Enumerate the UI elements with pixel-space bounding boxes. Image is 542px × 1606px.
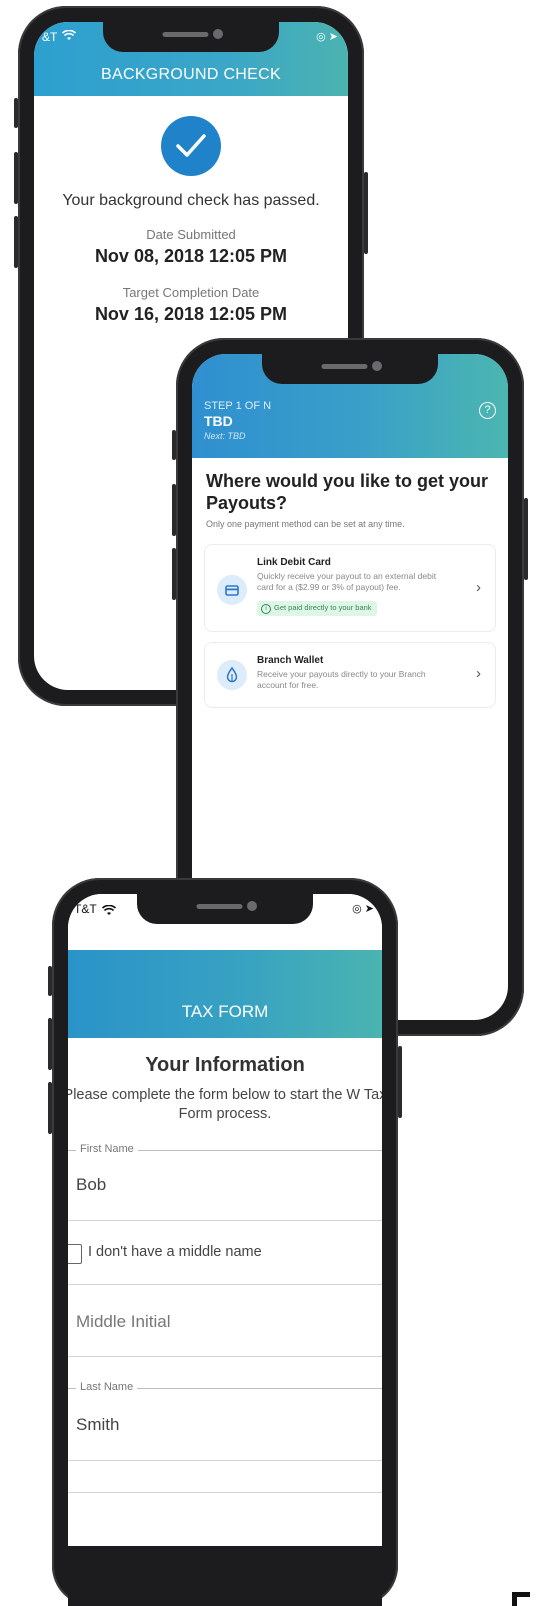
bottom-bar xyxy=(68,1546,382,1606)
option-title: Branch Wallet xyxy=(257,655,324,666)
help-icon[interactable]: ? xyxy=(479,402,496,419)
wifi-icon xyxy=(101,903,117,921)
status-message: Your background check has passed. xyxy=(62,192,320,209)
middle-initial-placeholder: Middle Initial xyxy=(76,1312,171,1331)
chevron-right-icon: › xyxy=(476,665,481,682)
notch xyxy=(262,354,438,384)
phone-tax-form: T&T ◎ ➤ TAX FORM Your Information Please… xyxy=(48,878,402,1606)
middle-initial-field[interactable]: Middle Initial xyxy=(68,1284,382,1357)
header-title: BACKGROUND CHECK xyxy=(101,66,281,83)
last-name-field[interactable]: Last Name Smith xyxy=(68,1381,382,1461)
wifi-icon xyxy=(61,29,77,44)
payout-option-debit-card[interactable]: Link Debit Card Quickly receive your pay… xyxy=(204,544,496,632)
instructions-text: Please complete the form below to start … xyxy=(68,1087,382,1122)
fee-badge: i Get paid directly to your bank xyxy=(257,601,377,616)
power-button xyxy=(524,498,528,580)
next-step-label: Next: TBD xyxy=(204,431,246,441)
carrier-label: &T xyxy=(42,30,58,44)
header-title: TAX FORM xyxy=(181,1002,269,1021)
date-submitted-value: Nov 08, 2018 12:05 PM xyxy=(94,246,288,266)
mute-switch xyxy=(172,430,176,460)
front-camera xyxy=(213,29,223,39)
no-middle-name-checkbox[interactable] xyxy=(68,1244,82,1264)
notch xyxy=(137,894,313,924)
first-name-value: Bob xyxy=(76,1175,107,1194)
volume-up-button xyxy=(48,1018,52,1070)
no-middle-name-row[interactable]: I don't have a middle name xyxy=(68,1220,382,1285)
option-title: Link Debit Card xyxy=(257,557,331,568)
info-icon: i xyxy=(261,604,271,614)
volume-down-button xyxy=(14,216,18,268)
volume-up-button xyxy=(14,152,18,204)
badge-label: Get paid directly to your bank xyxy=(274,603,372,612)
front-camera xyxy=(372,361,382,371)
divider xyxy=(68,1492,382,1493)
field-label: First Name xyxy=(76,1143,138,1155)
screen: T&T ◎ ➤ TAX FORM Your Information Please… xyxy=(68,894,382,1606)
step-title: TBD xyxy=(204,413,233,429)
location-icon: ◎ ➤ xyxy=(316,31,338,43)
speaker xyxy=(321,364,368,369)
wallet-drop-icon xyxy=(217,660,247,690)
volume-down-button xyxy=(48,1082,52,1134)
volume-up-button xyxy=(172,484,176,536)
card-icon xyxy=(217,575,247,605)
speaker xyxy=(162,32,209,37)
speaker xyxy=(196,904,243,909)
power-button xyxy=(364,172,368,254)
front-camera xyxy=(247,901,257,911)
mute-switch xyxy=(14,98,18,128)
notch xyxy=(103,22,279,52)
first-name-field[interactable]: First Name Bob xyxy=(68,1143,382,1221)
payout-option-branch-wallet[interactable]: Branch Wallet Receive your payouts direc… xyxy=(204,642,496,708)
target-completion-label: Target Completion Date xyxy=(122,285,260,300)
page-heading: Your Information xyxy=(145,1054,305,1076)
option-description: Receive your payouts directly to your Br… xyxy=(257,669,426,690)
mute-switch xyxy=(48,966,52,996)
power-button xyxy=(398,1046,402,1118)
chevron-right-icon: › xyxy=(476,579,481,596)
checkmark-icon xyxy=(161,116,221,176)
page-subtext: Only one payment method can be set at an… xyxy=(206,519,405,529)
carrier-label: T&T xyxy=(74,902,97,916)
location-icon: ◎ ➤ xyxy=(352,903,374,915)
header-bar: TAX FORM xyxy=(68,950,382,1038)
checkbox-label: I don't have a middle name xyxy=(88,1244,262,1260)
option-description: Quickly receive your payout to an extern… xyxy=(257,571,437,592)
target-completion-value: Nov 16, 2018 12:05 PM xyxy=(94,304,288,324)
volume-down-button xyxy=(172,548,176,600)
step-label: STEP 1 OF N xyxy=(204,400,272,412)
field-label: Last Name xyxy=(76,1381,138,1393)
page-heading: Where would you like to get your Payouts… xyxy=(206,471,489,513)
cropped-mark xyxy=(506,1584,542,1606)
last-name-value: Smith xyxy=(76,1415,120,1434)
date-submitted-label: Date Submitted xyxy=(146,227,236,242)
